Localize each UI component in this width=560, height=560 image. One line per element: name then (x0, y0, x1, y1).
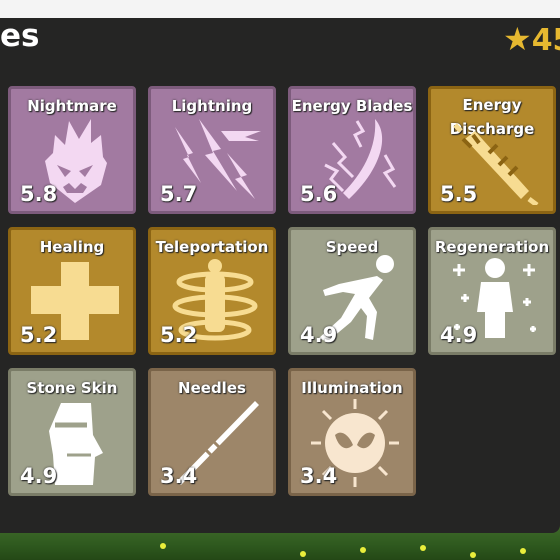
ability-value: 3.4 (300, 464, 338, 488)
ability-value: 4.9 (300, 323, 338, 347)
ability-tile-regeneration[interactable]: Regeneration 4.9 (428, 227, 556, 355)
ability-value: 5.5 (440, 182, 478, 206)
star-icon: ★ (503, 20, 532, 58)
ability-value: 5.2 (20, 323, 58, 347)
ability-tile-energy-blades[interactable]: Energy Blades 5.6 (288, 86, 416, 214)
window-top-strip (0, 0, 560, 18)
ability-value: 5.8 (20, 182, 58, 206)
ability-tile-nightmare[interactable]: Nightmare 5.8 (8, 86, 136, 214)
star-count-value: 45 (531, 23, 560, 58)
ability-tile-speed[interactable]: Speed 4.9 (288, 227, 416, 355)
ability-tile-energy-discharge[interactable]: Energy Discharge 5.5 (428, 86, 556, 214)
ability-tile-needles[interactable]: Needles 3.4 (148, 368, 276, 496)
panel-title: es (0, 18, 40, 54)
ability-value: 4.9 (20, 464, 58, 488)
ability-value: 5.2 (160, 323, 198, 347)
ability-value: 4.9 (440, 323, 478, 347)
ability-tile-teleportation[interactable]: Teleportation 5.2 (148, 227, 276, 355)
ability-tile-healing[interactable]: Healing 5.2 (8, 227, 136, 355)
ability-tile-illumination[interactable]: Illumination 3.4 (288, 368, 416, 496)
ability-value: 5.6 (300, 182, 338, 206)
ability-value: 3.4 (160, 464, 198, 488)
ability-tile-lightning[interactable]: Lightning 5.7 (148, 86, 276, 214)
ability-tile-stone-skin[interactable]: Stone Skin 4.9 (8, 368, 136, 496)
ability-value: 5.7 (160, 182, 198, 206)
star-count: ★45 (503, 20, 560, 58)
